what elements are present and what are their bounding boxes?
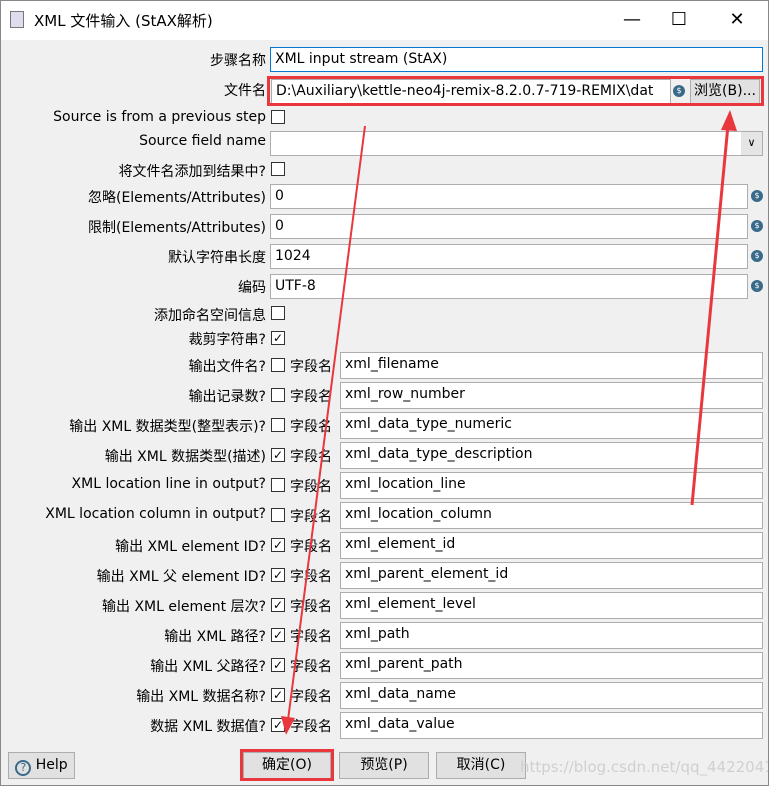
arrow-head (281, 716, 295, 735)
annotation-arrows (281, 110, 737, 735)
arrow-to-ok (287, 125, 366, 721)
arrow-to-browse (690, 124, 730, 506)
arrow-head (721, 110, 737, 131)
